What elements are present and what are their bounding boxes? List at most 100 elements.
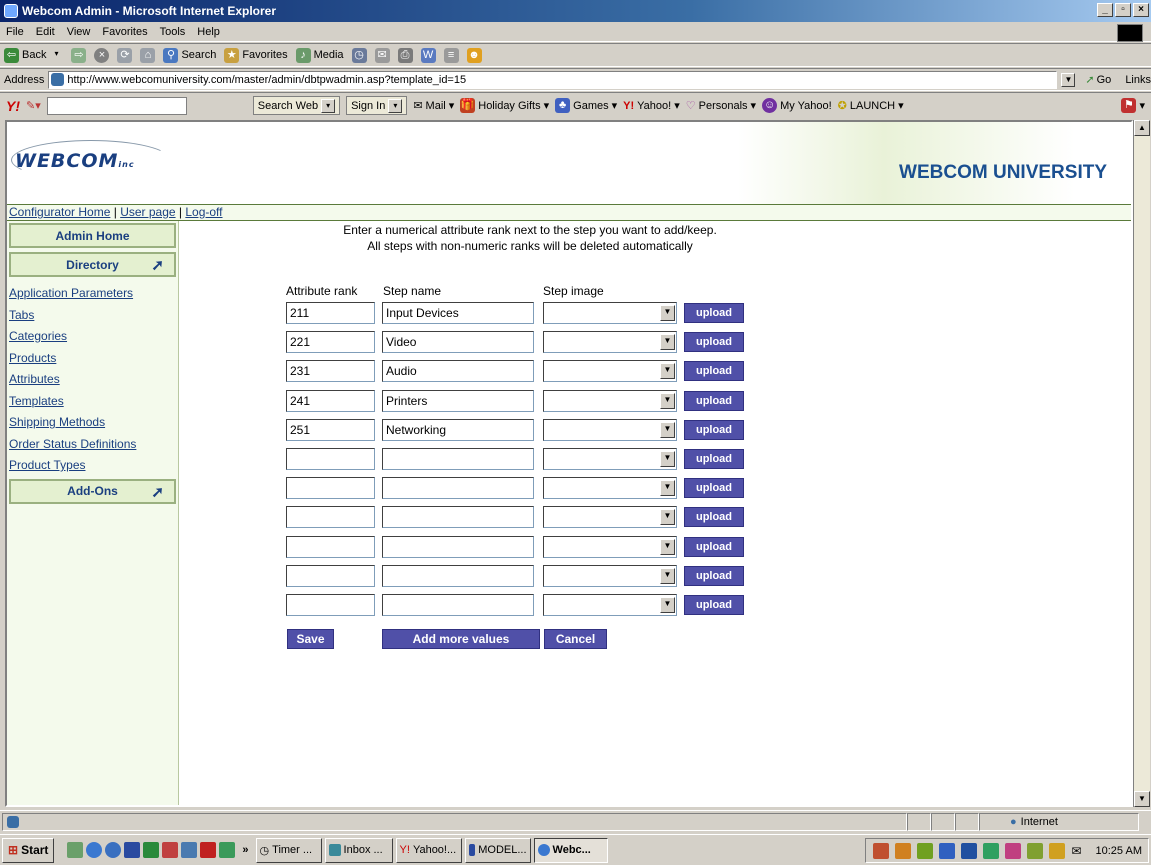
app-quicklaunch-icon[interactable] (219, 842, 236, 858)
back-button[interactable]: ⇦ Back ▾ (4, 47, 63, 63)
mail-button[interactable]: ✉ (374, 47, 390, 63)
chevron-down-icon[interactable]: ▼ (660, 509, 675, 526)
step-name-input[interactable] (382, 448, 534, 470)
upload-button[interactable]: upload (684, 595, 744, 615)
upload-button[interactable]: upload (684, 419, 744, 440)
task-webcom[interactable]: Webc... (533, 837, 608, 863)
step-image-select[interactable]: ▼ (543, 535, 677, 558)
attribute-rank-input[interactable]: 221 (286, 331, 375, 354)
chevron-down-icon[interactable]: ▼ (660, 480, 675, 497)
logoff-link[interactable]: Log-off (185, 205, 222, 219)
step-image-select[interactable]: ▼ (543, 302, 677, 324)
menu-view[interactable]: View (67, 26, 91, 38)
step-name-input[interactable] (382, 535, 534, 558)
personals-link[interactable]: ♡ Personals ▾ (686, 99, 756, 113)
attribute-rank-input[interactable]: 231 (286, 360, 375, 383)
discuss-button[interactable]: ≡ (443, 47, 459, 63)
step-image-select[interactable]: ▼ (543, 331, 677, 354)
menu-help[interactable]: Help (197, 26, 220, 38)
chevron-down-icon[interactable]: ▼ (660, 421, 675, 438)
tray-icon[interactable] (939, 842, 956, 859)
sidebar-item-order-status-definitions[interactable]: Order Status Definitions (7, 434, 178, 456)
tray-icon[interactable] (961, 842, 978, 859)
go-button[interactable]: ➚ Go (1085, 73, 1111, 87)
attribute-rank-input[interactable]: 251 (286, 418, 375, 441)
step-image-select[interactable]: ▼ (543, 594, 677, 616)
step-name-input[interactable]: Video (382, 331, 534, 354)
scroll-up-icon[interactable]: ▲ (1134, 120, 1150, 136)
sign-in-button[interactable]: Sign In ▾ (346, 96, 408, 115)
forward-button[interactable]: ⇨ (71, 47, 87, 63)
sidebar-item-templates[interactable]: Templates (7, 391, 178, 413)
chevron-down-icon[interactable]: ▼ (660, 597, 675, 613)
edit-button[interactable]: W (420, 47, 436, 63)
search-quicklaunch-icon[interactable] (181, 842, 198, 858)
upload-button[interactable]: upload (684, 565, 744, 586)
pencil-icon[interactable]: ✎▾ (26, 99, 41, 112)
stop-button[interactable]: × (94, 47, 110, 63)
toolbar-options-icon[interactable]: ⚑ ▾ (1121, 98, 1145, 113)
yahoo-search-input[interactable] (46, 96, 187, 115)
upload-button[interactable]: upload (684, 449, 744, 469)
mail-tray-icon[interactable]: ✉ (1071, 844, 1081, 858)
desktop-icon[interactable] (67, 842, 84, 858)
upload-button[interactable]: upload (684, 390, 744, 411)
sidebar-item-application-parameters[interactable]: Application Parameters (7, 283, 178, 305)
holiday-gifts-link[interactable]: 🎁 Holiday Gifts ▾ (460, 98, 549, 113)
directory-header[interactable]: Directory ➚ (9, 252, 176, 277)
refresh-button[interactable]: ⟳ (117, 47, 133, 63)
sidebar-item-shipping-methods[interactable]: Shipping Methods (7, 412, 178, 434)
chevron-down-icon[interactable]: ▼ (660, 305, 675, 321)
step-name-input[interactable] (382, 477, 534, 500)
search-web-button[interactable]: Search Web ▾ (252, 96, 341, 115)
step-name-input[interactable]: Audio (382, 360, 534, 383)
user-page-link[interactable]: User page (120, 205, 175, 219)
attribute-rank-input[interactable]: 241 (286, 389, 375, 412)
home-button[interactable]: ⌂ (140, 47, 156, 63)
menu-edit[interactable]: Edit (36, 26, 55, 38)
mail-link[interactable]: ✉ Mail ▾ (413, 99, 454, 113)
start-button[interactable]: ⊞ Start (2, 837, 55, 863)
configurator-home-link[interactable]: Configurator Home (9, 205, 110, 219)
attribute-rank-input[interactable] (286, 477, 375, 500)
cancel-button[interactable]: Cancel (544, 629, 607, 649)
attribute-rank-input[interactable] (286, 448, 375, 470)
chevron-down-icon[interactable]: ▼ (660, 538, 675, 555)
chevron-down-icon[interactable]: ▼ (660, 567, 675, 584)
more-icon[interactable]: » (242, 844, 248, 856)
menu-file[interactable]: File (6, 26, 24, 38)
addons-header[interactable]: Add-Ons ➚ (9, 478, 176, 504)
favorites-button[interactable]: ★ Favorites (224, 47, 288, 63)
tray-icon[interactable] (1049, 842, 1066, 859)
step-image-select[interactable]: ▼ (543, 506, 677, 529)
vertical-scrollbar[interactable]: ▲ ▼ (1133, 120, 1150, 807)
step-name-input[interactable]: Printers (382, 389, 534, 412)
attribute-rank-input[interactable] (286, 564, 375, 587)
tray-icon[interactable] (917, 842, 934, 859)
launch-link[interactable]: ✪ LAUNCH ▾ (838, 99, 904, 113)
my-yahoo-link[interactable]: ☺ My Yahoo! (762, 98, 832, 113)
step-name-input[interactable]: Networking (382, 418, 534, 441)
minimize-button[interactable]: _ (1097, 3, 1113, 17)
yahoo-link[interactable]: Y! Yahoo! ▾ (623, 99, 680, 113)
maximize-button[interactable]: ▫ (1115, 3, 1131, 17)
chevron-down-icon[interactable]: ▼ (660, 334, 675, 351)
step-name-input[interactable] (382, 506, 534, 529)
sidebar-item-attributes[interactable]: Attributes (7, 369, 178, 391)
upload-button[interactable]: upload (684, 361, 744, 382)
acrobat-quicklaunch-icon[interactable] (200, 842, 217, 858)
powerpoint-quicklaunch-icon[interactable] (162, 842, 179, 858)
menu-tools[interactable]: Tools (160, 26, 186, 38)
history-button[interactable]: ◷ (351, 47, 367, 63)
attribute-rank-input[interactable]: 211 (286, 302, 375, 324)
chevron-down-icon[interactable]: ▼ (660, 392, 675, 409)
upload-button[interactable]: upload (684, 536, 744, 557)
upload-button[interactable]: upload (684, 303, 744, 323)
add-more-values-button[interactable]: Add more values (382, 629, 540, 649)
yahoo-logo-icon[interactable]: Y! (6, 98, 20, 114)
tray-icon[interactable] (983, 842, 1000, 859)
chevron-down-icon[interactable]: ▼ (660, 363, 675, 380)
save-button[interactable]: Save (287, 629, 334, 649)
games-link[interactable]: ♣ Games ▾ (555, 98, 617, 113)
step-name-input[interactable] (382, 564, 534, 587)
